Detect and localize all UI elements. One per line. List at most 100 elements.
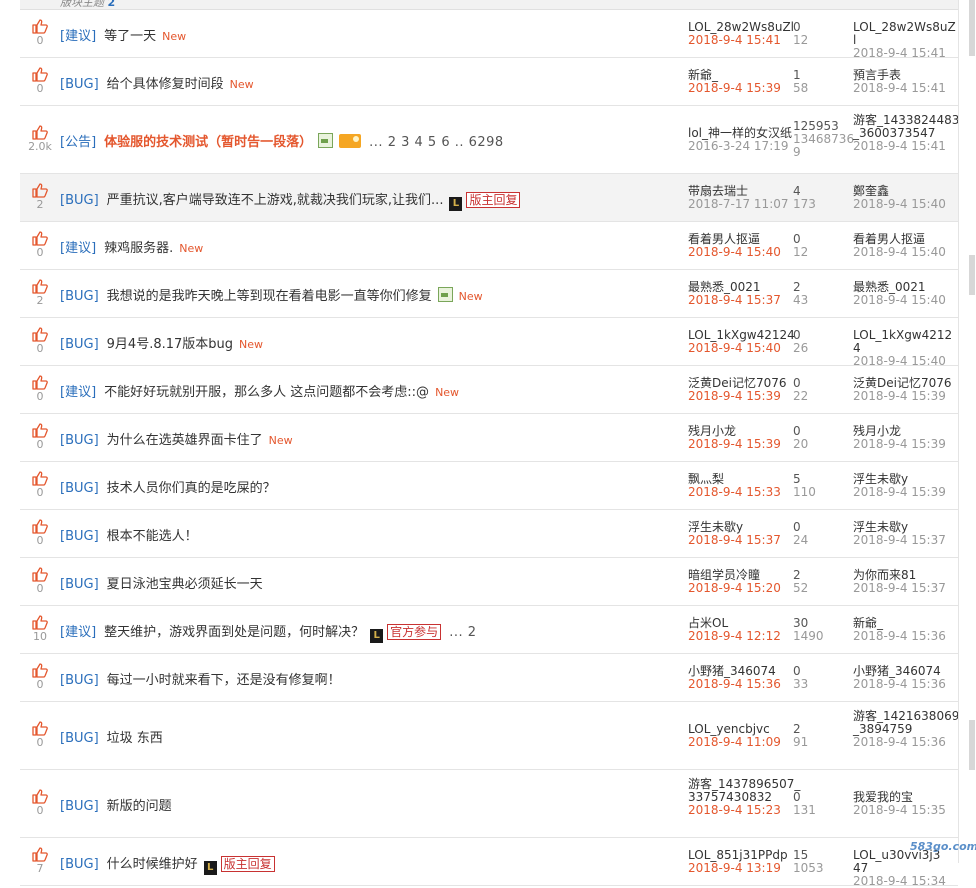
thread-subject-link[interactable]: 等了一天: [104, 29, 156, 44]
thread-subject-link[interactable]: 9月4号.8.17版本bug: [107, 337, 233, 352]
last-reply-author-link[interactable]: 游客_1421638069 _3894759: [853, 710, 959, 736]
thread-title: [BUG] 严重抗议,客户端导致连不上游戏,就裁决我们玩家,让我们... L 版主回复: [60, 189, 521, 211]
thread-subject-link[interactable]: 给个具体修复时间段: [107, 77, 224, 92]
thumbs-up-icon[interactable]: [32, 327, 48, 342]
thread-row[interactable]: 0 [BUG] 为什么在选英雄界面卡住了 New 残月小龙 2018-9-4 15:…: [20, 414, 958, 462]
thumbs-up-icon[interactable]: [32, 471, 48, 486]
thread-subject-link[interactable]: 技术人员你们真的是吃屎的？: [107, 481, 276, 496]
thumbs-up-icon[interactable]: [32, 567, 48, 582]
thread-row[interactable]: 2 [BUG] 严重抗议,客户端导致连不上游戏,就裁决我们玩家,让我们... L 版主…: [20, 174, 958, 222]
thumbs-up-icon[interactable]: [32, 183, 48, 198]
thread-row[interactable]: 0 [BUG] 9月4号.8.17版本bug New LOL_1kXgw42124 …: [20, 318, 958, 368]
thread-subject-link[interactable]: 我想说的是我昨天晚上等到现在看着电影一直等你们修复: [107, 289, 432, 304]
thread-row[interactable]: 2 [BUG] 我想说的是我昨天晚上等到现在看着电影一直等你们修复 New 最熟悉_…: [20, 270, 958, 318]
thumbs-up-icon[interactable]: [32, 789, 48, 804]
thread-subject-link[interactable]: 整天维护，游戏界面到处是问题，何时解决？: [104, 625, 364, 640]
last-reply-author-link[interactable]: LOL_28w2Ws8uZ l: [853, 21, 956, 47]
thumbs-up-icon[interactable]: [32, 721, 48, 736]
thread-tag[interactable]: [BUG]: [60, 731, 99, 746]
like-control[interactable]: 0: [20, 19, 60, 47]
thread-subject-link[interactable]: 夏日泳池宝典必须延长一天: [107, 577, 263, 592]
thread-pagination[interactable]: ... 2 3 4 5 6 .. 6298: [369, 135, 504, 150]
thread-tag[interactable]: [BUG]: [60, 193, 99, 208]
like-control[interactable]: 0: [20, 567, 60, 595]
like-control[interactable]: 0: [20, 721, 60, 749]
thumbs-up-icon[interactable]: [32, 663, 48, 678]
thumbs-up-icon[interactable]: [32, 67, 48, 82]
like-control[interactable]: 0: [20, 471, 60, 499]
post-date: 2018-9-4 13:19: [688, 861, 781, 875]
thread-tag[interactable]: [建议]: [60, 29, 96, 44]
last-reply-author-link[interactable]: LOL_1kXgw4212 4: [853, 329, 952, 355]
thread-tag[interactable]: [BUG]: [60, 529, 99, 544]
like-control[interactable]: 0: [20, 327, 60, 355]
thread-subject-link[interactable]: 新版的问题: [107, 799, 172, 814]
thread-subject-link[interactable]: 每过一小时就来看下，还是没有修复啊！: [107, 673, 341, 688]
thread-row[interactable]: 2.0k [公告] 体验服的技术测试（暂时告一段落） ... 2 3 4 5 6 .…: [20, 106, 959, 174]
thread-subject-link[interactable]: 不能好好玩就别开服，那么多人 这点问题都不会考虑::@: [104, 385, 429, 400]
thread-row[interactable]: 0 [BUG] 给个具体修复时间段 New 新爺_ 2018-9-4 15:39 1…: [20, 58, 958, 106]
thread-row[interactable]: 0 [建议] 等了一天 New LOL_28w2Ws8uZl 2018-9-4 15…: [20, 10, 958, 60]
thread-author: 看着男人抠逼 2018-9-4 15:40: [688, 233, 781, 259]
like-control[interactable]: 2.0k: [20, 125, 60, 153]
thread-subject-link[interactable]: 严重抗议,客户端导致连不上游戏,就裁决我们玩家,让我们...: [107, 193, 444, 208]
thumbs-up-icon[interactable]: [32, 615, 48, 630]
author-name-link[interactable]: 游客_1437896507_ 33757430832: [688, 778, 800, 804]
thread-tag[interactable]: [BUG]: [60, 77, 99, 92]
thread-tag[interactable]: [BUG]: [60, 799, 99, 814]
like-control[interactable]: 0: [20, 789, 60, 817]
thread-subject-link[interactable]: 垃圾 东西: [107, 731, 163, 746]
thread-row[interactable]: 10 [建议] 整天维护，游戏界面到处是问题，何时解决？ L 官方参与 ... 2 占米…: [20, 606, 958, 654]
thread-tag[interactable]: [BUG]: [60, 289, 99, 304]
thread-tag[interactable]: [BUG]: [60, 337, 99, 352]
like-control[interactable]: 0: [20, 423, 60, 451]
thread-tag[interactable]: [建议]: [60, 241, 96, 256]
like-control[interactable]: 0: [20, 231, 60, 259]
like-control[interactable]: 2: [20, 279, 60, 307]
thread-author: LOL_1kXgw42124 2018-9-4 15:40: [688, 329, 795, 355]
thread-subject-link[interactable]: 根本不能选人！: [107, 529, 198, 544]
thread-pagination[interactable]: ... 2: [449, 625, 476, 640]
thread-subject-link[interactable]: 什么时候维护好: [107, 857, 198, 872]
like-control[interactable]: 7: [20, 847, 60, 875]
thread-row[interactable]: 0 [建议] 辣鸡服务器. New 看着男人抠逼 2018-9-4 15:40 0 …: [20, 222, 958, 270]
last-reply: LOL_u30vvi3j3 47 2018-9-4 15:34: [853, 849, 946, 888]
thread-row[interactable]: 7 [BUG] 什么时候维护好 L 版主回复 LOL_851j31PPdp 2018-…: [20, 838, 958, 888]
like-count: 10: [33, 630, 47, 643]
thread-row[interactable]: 0 [建议] 不能好好玩就别开服，那么多人 这点问题都不会考虑::@ New 泛黄D…: [20, 366, 958, 414]
thumbs-up-icon[interactable]: [32, 231, 48, 246]
thread-tag[interactable]: [BUG]: [60, 577, 99, 592]
like-control[interactable]: 0: [20, 67, 60, 95]
thread-row[interactable]: 0 [BUG] 夏日泳池宝典必须延长一天 暗组学员冷瞳 2018-9-4 15:2…: [20, 558, 958, 606]
thread-tag[interactable]: [BUG]: [60, 433, 99, 448]
thumbs-up-icon[interactable]: [32, 519, 48, 534]
thread-row[interactable]: 0 [BUG] 新版的问题 游客_1437896507_ 33757430832 …: [20, 770, 958, 838]
thread-row[interactable]: 0 [BUG] 技术人员你们真的是吃屎的？ 飘灬梨 2018-9-4 15:33 …: [20, 462, 958, 510]
thread-tag[interactable]: [BUG]: [60, 857, 99, 872]
thread-row[interactable]: 0 [BUG] 根本不能选人！ 浮生未歇y 2018-9-4 15:37 0 24…: [20, 510, 958, 558]
thumbs-up-icon[interactable]: [32, 423, 48, 438]
thumbs-up-icon[interactable]: [32, 279, 48, 294]
post-date: 2018-9-4 15:41: [688, 33, 781, 47]
thumbs-up-icon[interactable]: [32, 19, 48, 34]
like-control[interactable]: 0: [20, 663, 60, 691]
thumbs-up-icon[interactable]: [32, 125, 48, 140]
like-control[interactable]: 2: [20, 183, 60, 211]
like-control[interactable]: 0: [20, 375, 60, 403]
thread-tag[interactable]: [BUG]: [60, 481, 99, 496]
last-reply: 浮生未歇y 2018-9-4 15:39: [853, 473, 946, 499]
thread-tag[interactable]: [BUG]: [60, 673, 99, 688]
thread-subject-link[interactable]: 辣鸡服务器.: [104, 241, 173, 256]
like-control[interactable]: 10: [20, 615, 60, 643]
thread-subject-link[interactable]: 体验服的技术测试（暂时告一段落）: [104, 135, 312, 150]
like-control[interactable]: 0: [20, 519, 60, 547]
thumbs-up-icon[interactable]: [32, 375, 48, 390]
thread-tag[interactable]: [公告]: [60, 135, 96, 150]
thumbs-up-icon[interactable]: [32, 847, 48, 862]
thread-tag[interactable]: [建议]: [60, 385, 96, 400]
thread-row[interactable]: 0 [BUG] 每过一小时就来看下，还是没有修复啊！ 小野猪_346074 201…: [20, 654, 958, 702]
thread-subject-link[interactable]: 为什么在选英雄界面卡住了: [107, 433, 263, 448]
thread-tag[interactable]: [建议]: [60, 625, 96, 640]
last-reply-author-link[interactable]: 游客_1433824483 _3600373547: [853, 114, 959, 140]
thread-row[interactable]: 0 [BUG] 垃圾 东西 LOL_yencbjvc 2018-9-4 11:09…: [20, 702, 959, 770]
